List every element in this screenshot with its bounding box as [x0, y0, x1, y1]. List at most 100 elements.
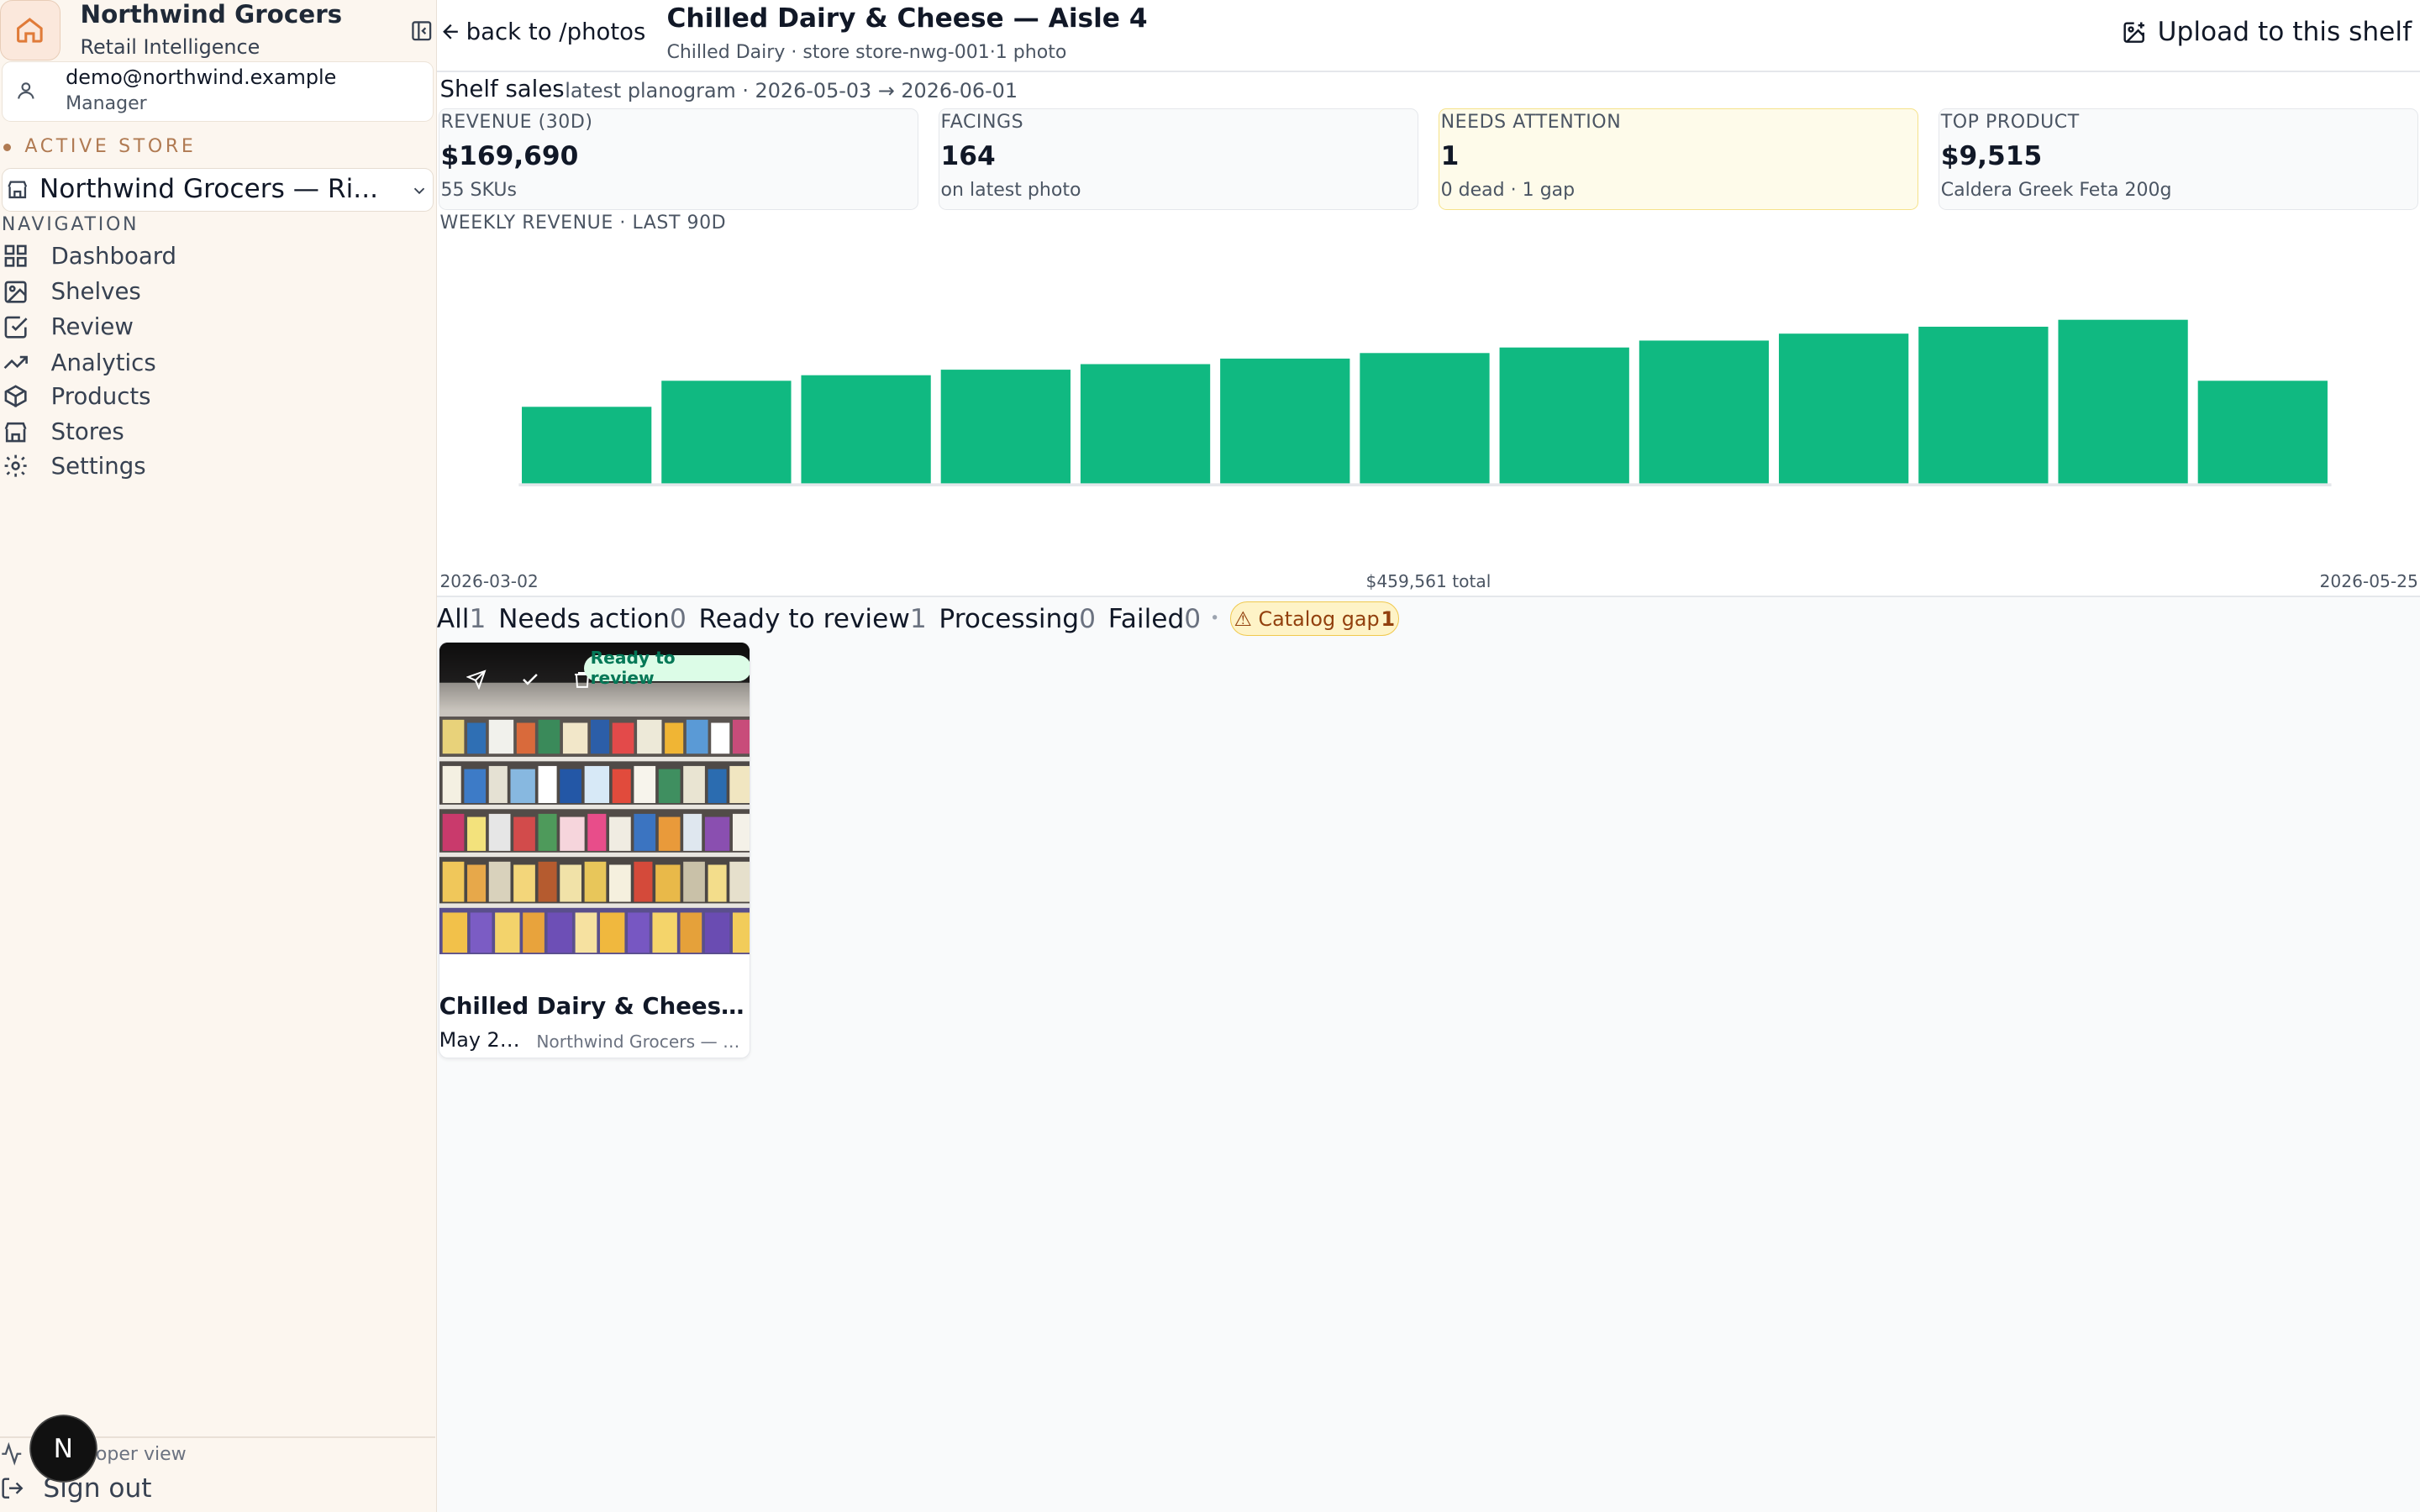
chart-bar[interactable]	[1080, 363, 1210, 483]
check-square-icon	[4, 316, 28, 339]
kpi-top-product: TOP PRODUCT $9,515 Caldera Greek Feta 20…	[1938, 108, 2419, 210]
brand-subtitle: Retail Intelligence	[80, 35, 260, 60]
back-link-label: back to /photos	[466, 18, 646, 46]
chart-total-label: $459,561 total	[1365, 570, 1491, 591]
filter-count: 0	[1184, 603, 1202, 634]
photo-card-date: May 29, 2026	[439, 1028, 524, 1053]
kpi-sub: on latest photo	[940, 180, 1081, 202]
chart-bar[interactable]	[2058, 319, 2188, 483]
filter-count: 1	[909, 603, 927, 634]
filter-all[interactable]: All 1	[437, 604, 498, 634]
chart-bar[interactable]	[1639, 339, 1769, 483]
chart-bar[interactable]	[1219, 358, 1350, 483]
store-icon	[4, 422, 27, 442]
gear-icon	[4, 454, 27, 477]
sidebar-item-dashboard[interactable]: Dashboard	[0, 239, 417, 273]
sidebar-item-label: Dashboard	[50, 242, 177, 270]
upload-button[interactable]: Upload to this shelf	[2122, 17, 2412, 47]
status-badge: Ready to review	[584, 648, 750, 688]
avatar[interactable]: N	[30, 1416, 96, 1482]
sidebar-item-review[interactable]: Review	[0, 310, 417, 344]
trend-icon	[3, 355, 28, 370]
approve-button[interactable]	[519, 669, 541, 690]
sidebar-item-settings[interactable]: Settings	[0, 449, 417, 482]
filter-processing[interactable]: Processing 0	[939, 604, 1107, 634]
filter-label: All	[436, 603, 470, 634]
chart-bar[interactable]	[940, 369, 1071, 483]
chart-bar[interactable]	[1360, 352, 1490, 483]
check-icon	[523, 674, 538, 685]
kpi-value: $169,690	[440, 141, 579, 172]
kpi-sub: 0 dead · 1 gap	[1440, 180, 1576, 202]
active-store-label: ACTIVE STORE	[24, 135, 197, 157]
weekly-revenue-chart	[518, 319, 2332, 486]
sidebar-item-label: Settings	[50, 452, 146, 480]
back-link[interactable]: back to /photos	[439, 18, 645, 45]
sidebar-item-products[interactable]: Products	[0, 380, 417, 413]
logout-icon	[2, 1478, 24, 1499]
kpi-facings: FACINGS 164 on latest photo	[938, 108, 1418, 210]
chart-bar[interactable]	[1918, 326, 2049, 483]
kpi-value: 164	[940, 141, 996, 172]
photo-card-title: Chilled Dairy & Cheese — Aisle 4	[439, 992, 750, 1020]
chart-bar[interactable]	[801, 375, 931, 483]
store-icon	[7, 181, 27, 199]
sidebar-item-label: Stores	[50, 418, 124, 446]
image-icon	[4, 281, 27, 303]
shelf-photo[interactable]: Ready to review	[439, 643, 750, 955]
filter-count: 0	[669, 603, 687, 634]
kpi-value: 1	[1440, 141, 1460, 172]
store-select[interactable]: Northwind Grocers — Ri...	[1, 168, 434, 212]
chart-end-label: 2026-05-25	[2319, 570, 2418, 591]
shelf-sales-title: Shelf sales	[439, 75, 565, 102]
developer-view-label: oper view	[95, 1443, 187, 1465]
filter-ready-to-review[interactable]: Ready to review 1	[699, 604, 939, 634]
page-title: Chilled Dairy & Cheese — Aisle 4	[666, 3, 1148, 34]
sidebar-item-stores[interactable]: Stores	[0, 415, 417, 449]
photo-card[interactable]: Ready to review Chilled Dairy & Cheese —…	[438, 642, 750, 1058]
kpi-label: NEEDS ATTENTION	[1440, 112, 1622, 134]
chart-bar[interactable]	[521, 406, 652, 483]
kpi-sub: 55 SKUs	[440, 180, 517, 202]
filter-count: 1	[469, 603, 487, 634]
chart-bar[interactable]	[2197, 380, 2328, 483]
sidebar-item-label: Analytics	[50, 349, 156, 376]
chart-bar[interactable]	[1778, 333, 1909, 483]
sidebar-item-analytics[interactable]: Analytics	[0, 345, 417, 379]
arrow-left-icon	[443, 24, 459, 39]
sidebar-item-label: Review	[50, 313, 134, 341]
activity-icon	[2, 1442, 22, 1466]
filter-label: Failed	[1107, 603, 1185, 634]
filter-catalog-gap[interactable]: ⚠ Catalog gap 1	[1229, 601, 1399, 636]
collapse-sidebar-button[interactable]	[409, 18, 434, 43]
user-card[interactable]: demo@northwind.example Manager	[1, 61, 434, 123]
kpi-label: FACINGS	[940, 112, 1024, 134]
kpi-sub: Caldera Greek Feta 200g	[1940, 180, 2172, 202]
filter-label: Ready to review	[698, 603, 910, 634]
nav-title: NAVIGATION	[1, 214, 139, 236]
kpi-label: REVENUE (30D)	[440, 112, 593, 134]
home-icon	[17, 18, 44, 44]
user-icon	[17, 81, 34, 99]
filter-separator: •	[1210, 610, 1220, 628]
chart-bar[interactable]	[1499, 347, 1629, 483]
kpi-label: TOP PRODUCT	[1940, 112, 2080, 134]
catalog-gap-label: ⚠ Catalog gap	[1234, 606, 1380, 631]
photo-card-store: Northwind Grocers — Riverside	[536, 1031, 743, 1052]
chart-bar[interactable]	[661, 380, 792, 483]
filter-failed[interactable]: Failed 0	[1108, 604, 1213, 634]
filter-needs-action[interactable]: Needs action 0	[498, 604, 698, 634]
user-email: demo@northwind.example	[66, 66, 337, 90]
filter-label: Needs action	[498, 603, 670, 634]
home-logo[interactable]	[0, 0, 60, 60]
chart-start-label: 2026-03-02	[439, 570, 539, 591]
sidebar: Northwind Grocers Retail Intelligence de…	[0, 0, 437, 1512]
chevron-down-icon	[413, 187, 424, 194]
photo-card-toolbar: Ready to review	[439, 643, 750, 711]
filter-label: Processing	[939, 603, 1080, 634]
grid-icon	[4, 244, 27, 267]
user-role: Manager	[66, 93, 147, 115]
send-button[interactable]	[466, 669, 487, 690]
status-filters: All 1 Needs action 0 Ready to review 1 Proc…	[437, 601, 1399, 636]
sidebar-item-shelves[interactable]: Shelves	[0, 275, 417, 308]
